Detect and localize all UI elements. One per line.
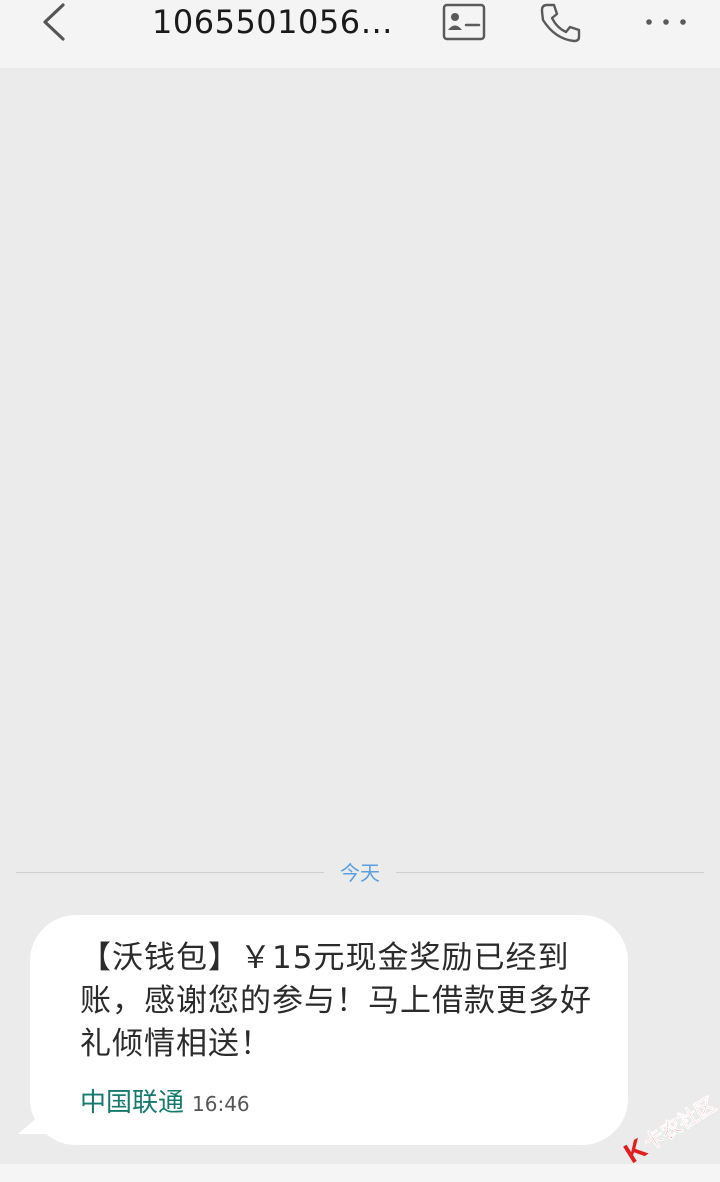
message-time: 16:46 [192,1092,250,1116]
contact-details-button[interactable] [436,0,492,44]
message-text: 【沃钱包】￥15元现金奖励已经到账，感谢您的参与！马上借款更多好礼倾情相送！ [80,940,592,1062]
svg-text:卡农社区: 卡农社区 [639,1092,720,1155]
phone-icon [540,3,581,43]
watermark: K 卡农社区 [614,1090,720,1169]
bottom-input-area [0,1164,720,1182]
date-separator: 今天 [16,858,704,888]
more-dots-icon [646,19,686,25]
more-options-button[interactable] [636,0,696,44]
watermark-logo-icon: K 卡农社区 [619,1092,720,1169]
conversation-title: 1065501056… [152,3,394,41]
message-bubble[interactable]: 【沃钱包】￥15元现金奖励已经到账，感谢您的参与！马上借款更多好礼倾情相送！ 中… [30,915,628,1145]
divider [396,872,704,873]
message-meta: 中国联通 16:46 [80,1082,592,1119]
sender-name[interactable]: 中国联通 [80,1082,184,1119]
call-button[interactable] [532,0,588,44]
top-bar: 1065501056… [0,0,720,68]
chevron-left-icon [43,3,65,41]
divider [16,872,324,873]
date-label: 今天 [340,861,380,885]
back-button[interactable] [26,0,82,44]
contact-card-icon [442,3,486,41]
